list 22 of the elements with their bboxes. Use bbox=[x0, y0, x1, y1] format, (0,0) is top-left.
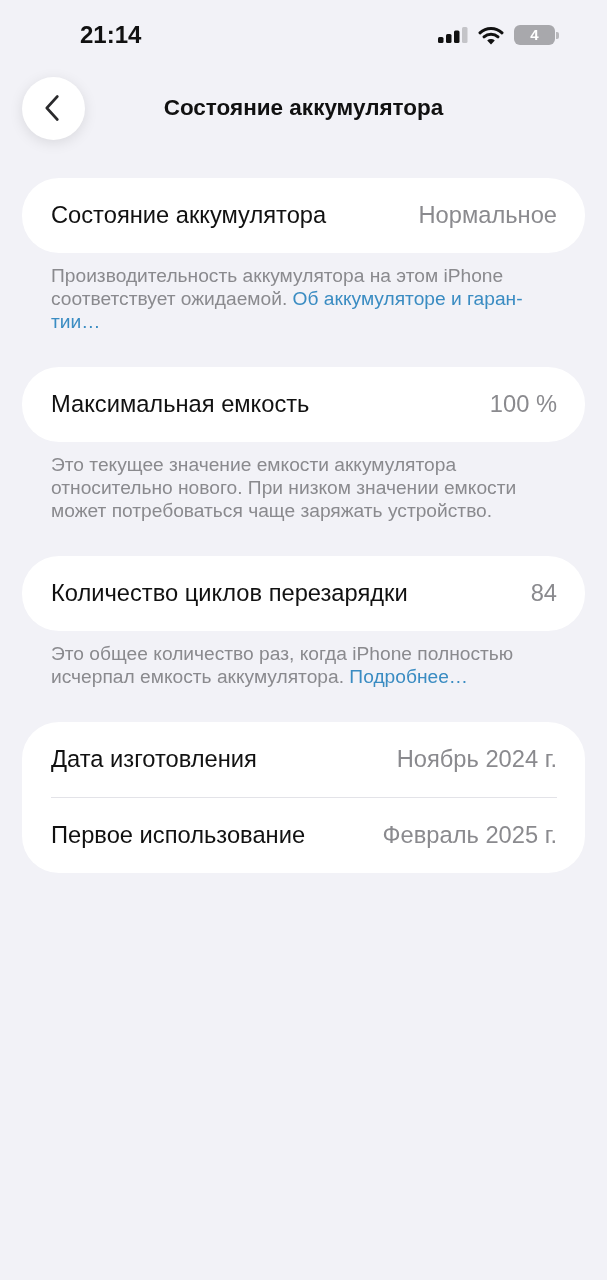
row-label: Состояние аккумулятора bbox=[51, 202, 327, 229]
row-label: Дата изготовления bbox=[51, 746, 257, 773]
page-title: Состояние аккумулятора bbox=[163, 95, 444, 121]
row-value: 100 % bbox=[489, 391, 557, 418]
row-label: Максимальная емкость bbox=[51, 391, 310, 418]
battery-indicator: 4 bbox=[514, 25, 559, 45]
chevron-left-icon bbox=[45, 95, 59, 121]
footnote-link[interactable]: Об аккумуляторе и гаран- bbox=[292, 288, 523, 309]
footnote-link[interactable]: Подробнее… bbox=[349, 666, 469, 687]
footnote-text: Это общее количество раз, когда iPhone полностью исчерпал емкость аккумулятора. Подробнее… bbox=[51, 642, 515, 688]
wifi-icon bbox=[478, 25, 504, 45]
row-value: Февраль 2025 г. bbox=[382, 822, 557, 849]
row-value: Ноябрь 2024 г. bbox=[396, 746, 557, 773]
footnote-link[interactable]: тии… bbox=[51, 311, 101, 332]
row-value: 84 bbox=[530, 580, 557, 607]
status-time: 21:14 bbox=[80, 21, 142, 49]
row-value: Нормальное bbox=[418, 202, 557, 229]
signal-icon bbox=[438, 27, 468, 43]
row-label: Количество циклов перезарядки bbox=[51, 580, 408, 607]
row-label: Первое использование bbox=[51, 822, 306, 849]
footnote-text: Это текущее значение емкости аккумулятора относительно нового. При низком значении емкости может потребоваться чаще заряжать устройство. bbox=[51, 453, 518, 522]
footnote-text: Производительность аккумулятора на этом iPhone соответствует ожидаемой. Об аккумуляторе и гаран- тии… bbox=[51, 264, 524, 333]
